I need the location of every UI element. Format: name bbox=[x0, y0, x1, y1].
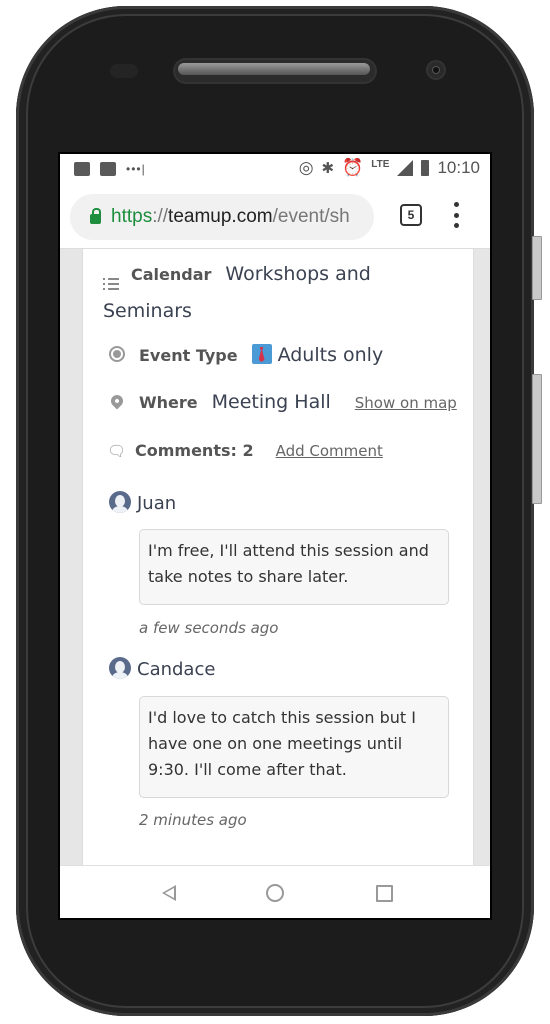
event-type-row: Event Type Adults only bbox=[109, 341, 383, 366]
avatar bbox=[109, 491, 131, 513]
front-camera bbox=[428, 62, 444, 78]
power-button[interactable] bbox=[532, 236, 542, 300]
bluetooth-icon: ✱ bbox=[321, 160, 335, 177]
image-icon bbox=[74, 162, 90, 176]
comment-text: I'm free, I'll attend this session and t… bbox=[139, 529, 449, 605]
browser-toolbar: https://teamup.com/event/sh 5 bbox=[60, 186, 490, 249]
tie-icon bbox=[251, 344, 272, 364]
more-notifications-icon: •••| bbox=[126, 162, 146, 176]
overflow-menu-button[interactable] bbox=[452, 202, 460, 228]
avatar bbox=[109, 657, 131, 679]
speaker-grill bbox=[178, 63, 370, 75]
battery-icon bbox=[421, 160, 430, 176]
network-type: LTE bbox=[371, 158, 390, 170]
url-text[interactable]: https://teamup.com/event/sh bbox=[111, 206, 350, 228]
where-label: Where bbox=[139, 393, 198, 412]
address-bar[interactable]: https://teamup.com/event/sh bbox=[70, 194, 374, 240]
proximity-sensor bbox=[110, 64, 138, 78]
event-type-icon bbox=[109, 346, 125, 362]
comments-count: Comments: 2 bbox=[135, 441, 254, 460]
calendar-value-continued: Seminars bbox=[103, 300, 192, 322]
screen: •••| ◎ ✱ ⏰ LTE 10:10 https://teamup.com/… bbox=[58, 152, 492, 920]
clock: 10:10 bbox=[437, 158, 480, 177]
event-card: Calendar Workshops and Seminars Event Ty… bbox=[82, 249, 474, 865]
signal-icon bbox=[397, 160, 414, 176]
add-comment-link[interactable]: Add Comment bbox=[276, 442, 383, 460]
volume-button[interactable] bbox=[532, 374, 542, 504]
comment-author: Candace bbox=[137, 659, 216, 680]
event-type-label: Event Type bbox=[139, 346, 238, 365]
list-icon bbox=[103, 278, 119, 290]
url-separator: :// bbox=[152, 206, 169, 227]
back-icon[interactable] bbox=[162, 885, 176, 901]
calendar-label: Calendar bbox=[131, 265, 212, 284]
where-value: Meeting Hall bbox=[211, 391, 331, 413]
recents-icon[interactable] bbox=[376, 885, 393, 902]
activity-icon bbox=[100, 162, 116, 176]
calendar-row: Calendar Workshops and bbox=[103, 263, 371, 290]
comment-text: I'd love to catch this session but I hav… bbox=[139, 696, 449, 798]
url-host: teamup.com bbox=[168, 206, 273, 227]
hotspot-icon: ◎ bbox=[298, 158, 314, 177]
show-on-map-link[interactable]: Show on map bbox=[355, 394, 457, 412]
alarm-icon: ⏰ bbox=[342, 158, 364, 177]
status-bar: •••| ◎ ✱ ⏰ LTE 10:10 bbox=[60, 154, 490, 186]
comment-author: Juan bbox=[137, 493, 177, 514]
comments-icon: 🗨 bbox=[107, 442, 127, 460]
comment-author-row: Candace bbox=[109, 653, 215, 680]
url-path: /event/sh bbox=[272, 206, 350, 227]
where-row: Where Meeting Hall Show on map bbox=[108, 391, 457, 413]
url-scheme: https bbox=[111, 206, 153, 227]
tab-switcher-button[interactable]: 5 bbox=[400, 204, 422, 226]
comment-author-row: Juan bbox=[109, 487, 176, 514]
lock-icon bbox=[90, 208, 101, 224]
location-pin-icon bbox=[108, 392, 126, 410]
calendar-value: Workshops and bbox=[225, 263, 371, 285]
calendar-row-continued: Seminars bbox=[103, 300, 192, 322]
comment-time: a few seconds ago bbox=[139, 619, 279, 637]
event-type-value: Adults only bbox=[277, 344, 384, 366]
comment-time: 2 minutes ago bbox=[139, 811, 247, 829]
comments-row: 🗨 Comments: 2 Add Comment bbox=[107, 441, 383, 460]
home-icon[interactable] bbox=[266, 884, 284, 902]
page-content: Calendar Workshops and Seminars Event Ty… bbox=[60, 249, 490, 865]
android-nav-bar bbox=[60, 865, 490, 918]
